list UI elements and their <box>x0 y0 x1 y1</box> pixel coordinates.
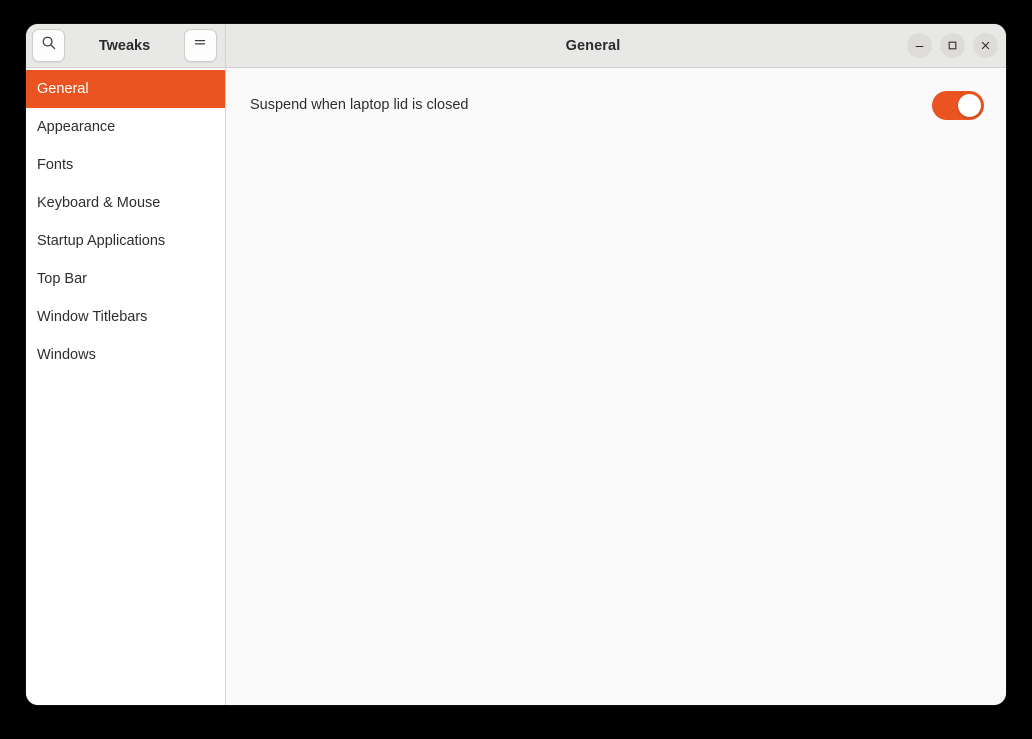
maximize-button[interactable] <box>940 33 965 58</box>
app-title: Tweaks <box>98 37 151 54</box>
header-title-zone: General <box>226 24 1006 67</box>
sidebar-item-startup-applications[interactable]: Startup Applications <box>26 222 225 260</box>
window-controls <box>907 24 998 67</box>
sidebar-item-top-bar[interactable]: Top Bar <box>26 260 225 298</box>
minimize-button[interactable] <box>907 33 932 58</box>
sidebar-item-keyboard-mouse[interactable]: Keyboard & Mouse <box>26 184 225 222</box>
window-body: General Appearance Fonts Keyboard & Mous… <box>26 68 1006 705</box>
search-button[interactable] <box>32 29 65 62</box>
tweaks-window: Tweaks General General Appearance Fonts … <box>26 24 1006 705</box>
setting-label: Suspend when laptop lid is closed <box>250 97 469 113</box>
hamburger-menu-icon <box>192 35 208 56</box>
sidebar-item-label: Windows <box>37 347 96 363</box>
content-pane: Suspend when laptop lid is closed <box>226 68 1006 705</box>
search-icon <box>41 35 57 56</box>
sidebar-item-general[interactable]: General <box>26 70 225 108</box>
sidebar-item-label: Window Titlebars <box>37 309 148 325</box>
sidebar-item-label: General <box>37 81 89 97</box>
sidebar-item-label: Startup Applications <box>37 233 166 249</box>
suspend-lid-toggle[interactable] <box>932 90 984 120</box>
setting-row-suspend-lid: Suspend when laptop lid is closed <box>226 79 1006 131</box>
menu-button[interactable] <box>183 29 217 62</box>
toggle-knob <box>958 93 981 117</box>
desktop-backdrop: Tweaks General General Appearance Fonts … <box>0 0 1032 739</box>
header-bar-left: Tweaks <box>26 24 226 67</box>
sidebar-item-fonts[interactable]: Fonts <box>26 146 225 184</box>
close-icon <box>980 40 991 51</box>
sidebar-item-label: Top Bar <box>37 271 87 287</box>
sidebar: General Appearance Fonts Keyboard & Mous… <box>26 68 226 705</box>
sidebar-item-label: Keyboard & Mouse <box>37 195 161 211</box>
sidebar-item-window-titlebars[interactable]: Window Titlebars <box>26 298 225 336</box>
minimize-icon <box>914 40 925 51</box>
header-bar: Tweaks General <box>26 24 1006 68</box>
sidebar-item-label: Fonts <box>37 157 74 173</box>
sidebar-item-appearance[interactable]: Appearance <box>26 108 225 146</box>
sidebar-item-windows[interactable]: Windows <box>26 336 225 374</box>
close-button[interactable] <box>973 33 998 58</box>
sidebar-item-label: Appearance <box>37 119 116 135</box>
maximize-icon <box>947 40 958 51</box>
page-title: General <box>565 37 621 54</box>
